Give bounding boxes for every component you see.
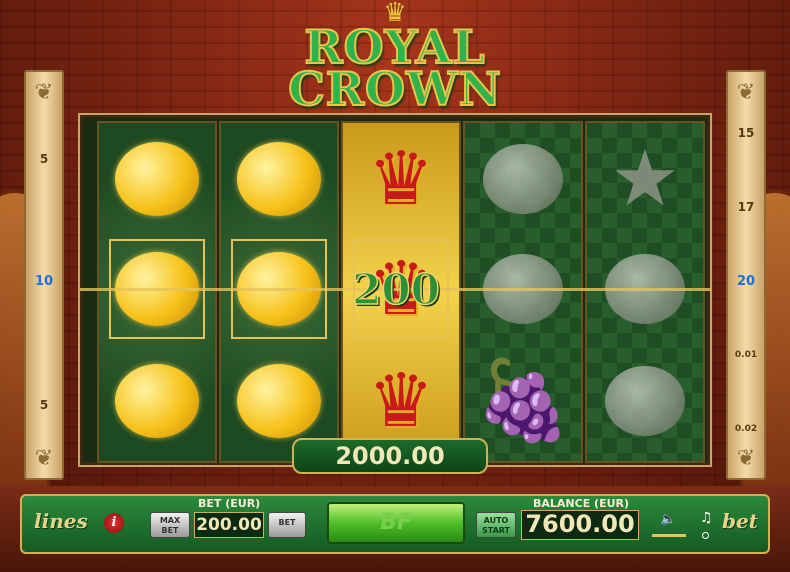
star-symbol: ★ (610, 134, 680, 224)
balance-value: 7600.00 (521, 510, 639, 540)
ornament-icon: ❦ (736, 446, 756, 471)
music-icon[interactable]: ♫ (700, 510, 713, 526)
orange-symbol (475, 129, 571, 229)
lines-button[interactable]: lines (34, 509, 88, 533)
volume-slider[interactable] (652, 534, 686, 537)
bet-side-button[interactable]: bet (722, 509, 758, 533)
balance-label: BALANCE (EUR) (533, 497, 630, 510)
game-logo: ♛ ROYAL CROWN (285, 0, 505, 118)
reel-4: 🍇 (463, 121, 583, 463)
lemon-symbol (231, 351, 327, 451)
payline-number-right-active[interactable]: 20 (728, 274, 764, 289)
ornament-icon: ❦ (34, 446, 54, 471)
reel-2 (219, 121, 339, 463)
crown-symbol: ♛ (367, 358, 435, 444)
payline-number-right[interactable]: 15 (728, 126, 764, 140)
payline-number-right[interactable]: 0.02 (728, 424, 764, 434)
total-win-display: 2000.00 (292, 438, 488, 474)
max-bet-button[interactable]: MAX BET (150, 512, 190, 538)
payline-number-right[interactable]: 0.01 (728, 350, 764, 360)
music-toggle[interactable] (702, 532, 709, 539)
reel-1 (97, 121, 217, 463)
ornament-icon: ❦ (736, 80, 756, 105)
payline-number-left[interactable]: 5 (26, 152, 62, 166)
volume-icon[interactable]: 🔈 (660, 512, 676, 527)
lemon-symbol (109, 351, 205, 451)
lemon-symbol (109, 129, 205, 229)
logo-line-2: CROWN (287, 62, 502, 116)
payline-number-right[interactable]: 17 (728, 200, 764, 214)
grapes-symbol: 🍇 (474, 356, 572, 446)
right-payline-column: ❦ 15 17 20 0.01 0.02 ❦ (726, 70, 766, 480)
payline-number-left-active[interactable]: 10 (26, 274, 62, 289)
lemon-symbol (231, 129, 327, 229)
bet-button[interactable]: BET (268, 512, 306, 538)
auto-start-button[interactable]: AUTO START (476, 512, 516, 538)
crown-symbol: ♛ (367, 136, 435, 222)
left-payline-column: ❦ 5 10 5 ❦ (24, 70, 64, 480)
lemon-symbol-dim (597, 351, 693, 451)
line-win-amount: 200 (351, 264, 440, 315)
bet-label: BET (EUR) (198, 497, 261, 510)
payline-number-left[interactable]: 5 (26, 398, 62, 412)
reel-5: ★ (585, 121, 705, 463)
ornament-icon: ❦ (34, 80, 54, 105)
bet-value: 200.00 (194, 512, 264, 538)
info-button[interactable]: i (104, 513, 124, 533)
spin-button[interactable]: BF (327, 502, 465, 544)
